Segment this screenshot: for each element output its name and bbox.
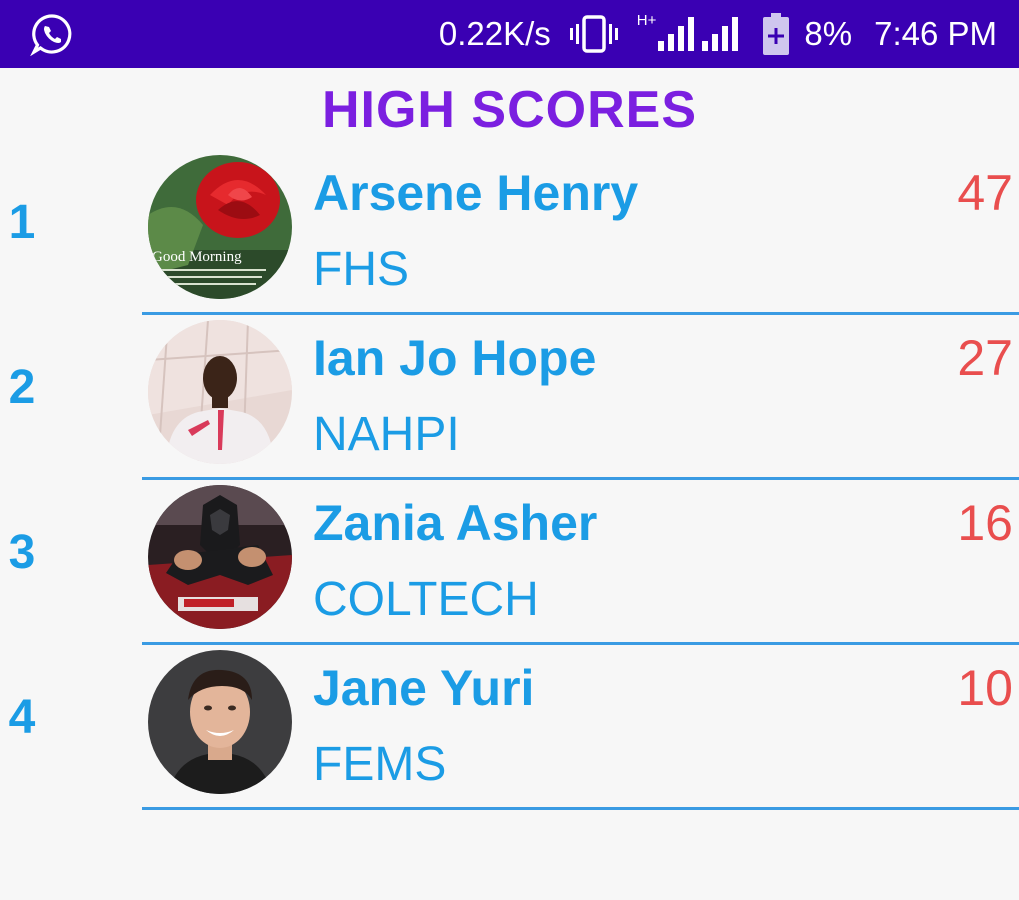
player-school: FHS — [313, 243, 409, 296]
player-score: 27 — [957, 330, 1013, 386]
status-bar: 0.22K/s H+ 8% 7:46 PM — [0, 0, 1019, 68]
avatar: Good Morning — [148, 155, 292, 299]
man-portrait-avatar — [148, 650, 292, 794]
player-name: Jane Yuri — [313, 660, 535, 716]
rank-number: 2 — [8, 361, 36, 414]
avatar — [148, 485, 292, 629]
rank-number: 3 — [8, 526, 36, 579]
rank-number: 4 — [8, 691, 36, 744]
rank-number: 1 — [8, 196, 36, 249]
battery-charging-icon — [763, 13, 790, 55]
player-name: Zania Asher — [313, 495, 598, 551]
avatar-caption: Good Morning — [152, 249, 242, 265]
battery-percent: 8% — [804, 15, 853, 52]
list-item[interactable]: 4 Jane Yuri FEMS 10 — [0, 645, 1019, 810]
clock: 7:46 PM — [874, 15, 997, 52]
avatar — [148, 320, 292, 464]
vibrate-icon — [569, 15, 618, 53]
network-type: H+ — [636, 11, 657, 29]
signal-icon-2 — [702, 17, 739, 51]
black-panther-avatar — [148, 485, 292, 629]
net-speed: 0.22K/s — [438, 15, 551, 52]
player-school: COLTECH — [313, 573, 539, 626]
player-score: 10 — [957, 660, 1013, 716]
man-selfie-avatar — [148, 320, 292, 464]
avatar — [148, 650, 292, 794]
player-name: Ian Jo Hope — [313, 330, 597, 386]
player-school: FEMS — [313, 738, 447, 791]
player-school: NAHPI — [313, 408, 460, 461]
list-item[interactable]: 1 Good Morning Arsene Henry FHS 47 — [0, 150, 1019, 315]
player-score: 47 — [957, 165, 1013, 221]
whatsapp-icon — [30, 14, 72, 56]
high-score-list: 1 Good Morning Arsene Henry FHS 47 2 Ian… — [0, 150, 1019, 810]
signal-icon — [658, 17, 695, 51]
page-title: HIGH SCORES — [321, 81, 698, 139]
player-name: Arsene Henry — [313, 165, 639, 221]
divider — [142, 807, 1019, 810]
rose-good-morning-avatar: Good Morning — [148, 155, 292, 299]
list-item[interactable]: 2 Ian Jo Hope NAHPI 27 — [0, 315, 1019, 480]
player-score: 16 — [957, 495, 1013, 551]
list-item[interactable]: 3 Zania Asher COLTECH 16 — [0, 480, 1019, 645]
